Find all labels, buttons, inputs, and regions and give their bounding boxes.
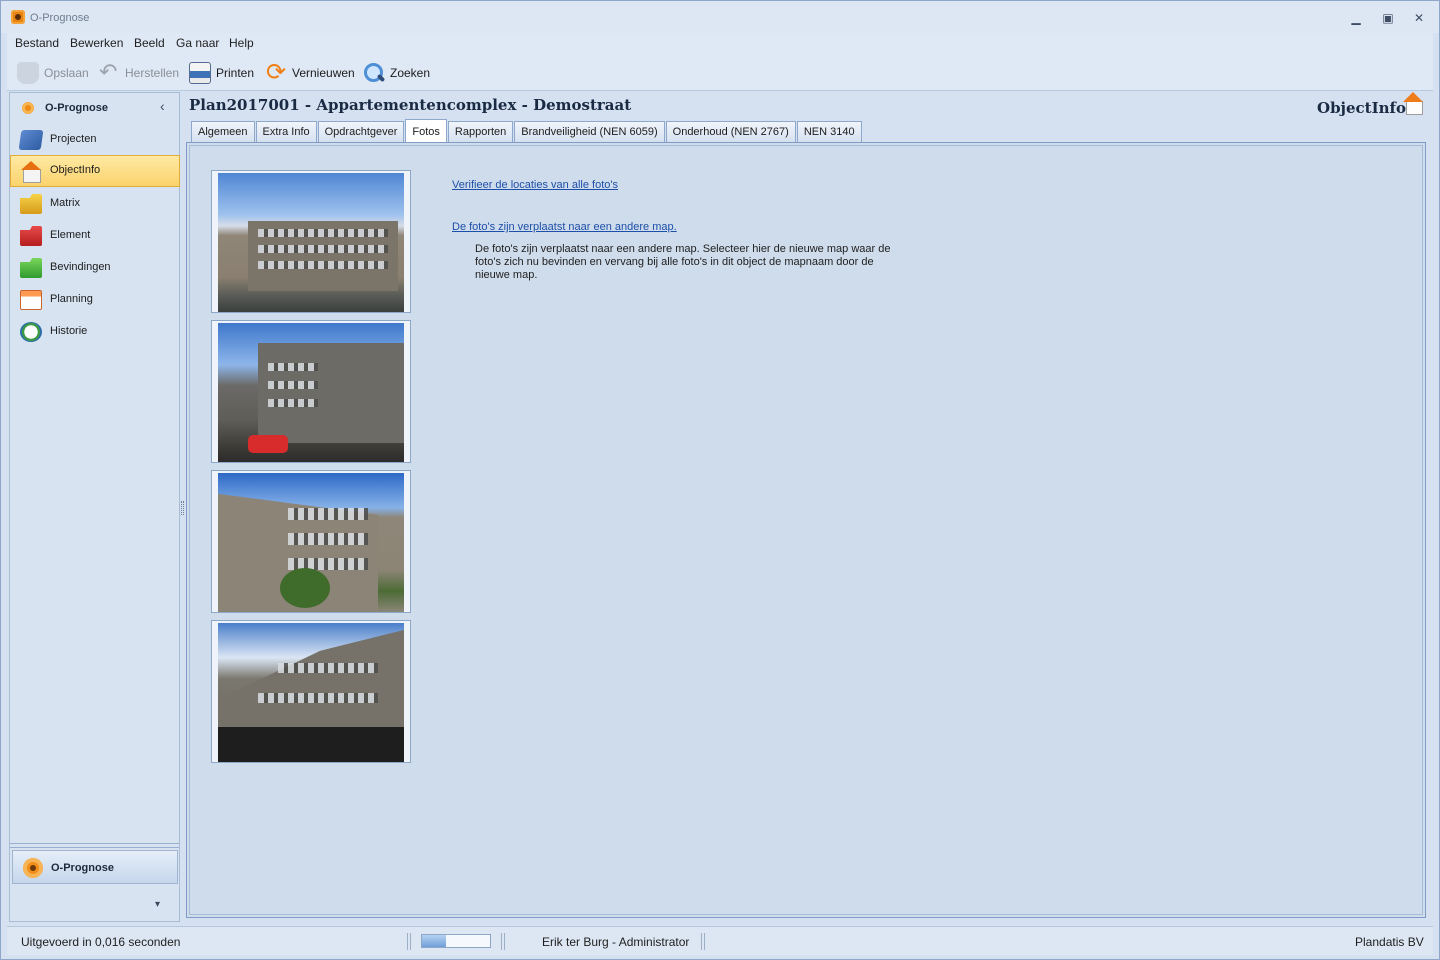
photo-thumbnail[interactable] — [211, 170, 411, 313]
photos-moved-link[interactable]: De foto's zijn verplaatst naar een ander… — [452, 221, 677, 233]
status-bar: Uitgevoerd in 0,016 seconden Erik ter Bu… — [7, 926, 1433, 955]
photo-thumbnail[interactable] — [211, 470, 411, 613]
nav-header: O-Prognose ‹ — [10, 93, 179, 123]
overflow-menu-icon[interactable]: ▾ — [155, 899, 160, 910]
building-photo — [218, 473, 404, 612]
title-bar: O-Prognose ▁ ▣ ✕ — [1, 1, 1439, 33]
save-button[interactable]: Opslaan — [17, 60, 89, 86]
status-separator — [701, 933, 705, 950]
app-logo-icon — [11, 10, 25, 24]
progress-bar — [421, 934, 491, 948]
status-separator — [501, 933, 505, 950]
nav-item-matrix[interactable]: Matrix — [11, 189, 179, 219]
nav-item-objectinfo[interactable]: ObjectInfo — [10, 155, 180, 187]
nav-item-label: Historie — [50, 325, 88, 337]
menu-ga-naar[interactable]: Ga naar — [176, 36, 219, 50]
company-name: Plandatis BV — [1355, 935, 1424, 949]
nav-item-bevindingen[interactable]: Bevindingen — [11, 253, 179, 283]
verify-photo-locations-link[interactable]: Verifieer de locaties van alle foto's — [452, 179, 618, 191]
fotos-content: Verifieer de locaties van alle foto's De… — [189, 145, 1423, 915]
calendar-icon — [20, 290, 42, 310]
maximize-button[interactable]: ▣ — [1379, 9, 1397, 27]
refresh-icon — [265, 58, 287, 87]
restore-button[interactable]: Herstellen — [98, 59, 180, 86]
printer-icon — [189, 62, 211, 84]
save-icon — [17, 62, 39, 84]
red-folder-icon — [20, 226, 42, 246]
pane-splitter[interactable] — [181, 501, 184, 515]
tab-rapporten[interactable]: Rapporten — [447, 121, 514, 143]
menu-bar: Bestand Bewerken Beeld Ga naar Help — [7, 33, 1433, 54]
search-label: Zoeken — [390, 66, 431, 80]
building-photo — [218, 323, 404, 462]
menu-help[interactable]: Help — [229, 36, 254, 50]
nav-item-label: Element — [50, 229, 91, 241]
nav-item-label: ObjectInfo — [50, 164, 101, 176]
restore-label: Herstellen — [125, 66, 180, 80]
nav-group-label: O-Prognose — [51, 862, 114, 874]
green-folder-icon — [20, 258, 42, 278]
photos-moved-description: De foto's zijn verplaatst naar een ander… — [475, 243, 891, 281]
undo-icon — [98, 59, 120, 85]
close-button[interactable]: ✕ — [1410, 9, 1428, 27]
nav-header-title: O-Prognose — [45, 102, 108, 114]
progress-fill — [422, 935, 446, 947]
tab-strip: Algemeen Extra Info Opdrachtgever Fotos … — [191, 119, 863, 143]
menu-beeld[interactable]: Beeld — [134, 36, 165, 50]
house-icon — [1401, 91, 1425, 115]
yellow-folder-icon — [20, 194, 42, 214]
app-window: O-Prognose ▁ ▣ ✕ Bestand Bewerken Beeld … — [0, 0, 1440, 960]
photo-thumbnail[interactable] — [211, 620, 411, 763]
page-title: Plan2017001 - Appartementencomplex - Dem… — [189, 96, 632, 114]
nav-group-button[interactable]: O-Prognose — [12, 850, 178, 884]
building-photo — [218, 623, 404, 762]
refresh-label: Vernieuwen — [292, 66, 355, 80]
module-title: ObjectInfo — [1317, 99, 1406, 117]
fotos-panel: Verifieer de locaties van alle foto's De… — [186, 142, 1426, 918]
tab-nen-3140[interactable]: NEN 3140 — [796, 121, 862, 143]
history-icon — [20, 322, 42, 342]
app-logo-icon — [23, 858, 43, 878]
tab-opdrachtgever[interactable]: Opdrachtgever — [317, 121, 405, 143]
tab-fotos[interactable]: Fotos — [405, 119, 447, 142]
house-icon — [20, 161, 42, 183]
nav-item-historie[interactable]: Historie — [11, 317, 179, 347]
menu-bewerken[interactable]: Bewerken — [70, 36, 123, 50]
tab-extra-info[interactable]: Extra Info — [255, 121, 317, 143]
nav-item-projecten[interactable]: Projecten — [11, 125, 179, 155]
nav-item-label: Bevindingen — [50, 261, 111, 273]
nav-item-planning[interactable]: Planning — [11, 285, 179, 315]
nav-item-label: Projecten — [50, 133, 97, 145]
nav-pane-splitter[interactable] — [10, 843, 179, 848]
refresh-button[interactable]: Vernieuwen — [265, 58, 355, 87]
projects-icon — [18, 130, 44, 150]
nav-item-label: Matrix — [50, 197, 80, 209]
print-label: Printen — [216, 66, 255, 80]
app-logo-icon — [22, 102, 34, 114]
print-button[interactable]: Printen — [189, 60, 254, 86]
menu-bestand[interactable]: Bestand — [15, 36, 59, 50]
execution-time: Uitgevoerd in 0,016 seconden — [21, 935, 181, 949]
navigation-pane: O-Prognose ‹ Projecten ObjectInfo Matrix… — [9, 92, 180, 922]
minimize-button[interactable]: ▁ — [1347, 9, 1365, 27]
status-separator — [407, 933, 411, 950]
window-title: O-Prognose — [30, 12, 90, 24]
collapse-pane-icon[interactable]: ‹ — [160, 98, 165, 114]
toolbar: Opslaan Herstellen Printen Vernieuwen Zo… — [7, 54, 1433, 91]
current-user: Erik ter Burg - Administrator — [542, 935, 690, 949]
nav-item-label: Planning — [50, 293, 93, 305]
building-photo — [218, 173, 404, 312]
nav-item-element[interactable]: Element — [11, 221, 179, 251]
search-icon — [363, 62, 385, 84]
tab-onderhoud[interactable]: Onderhoud (NEN 2767) — [665, 121, 796, 143]
tab-brandveiligheid[interactable]: Brandveiligheid (NEN 6059) — [514, 121, 665, 143]
save-label: Opslaan — [44, 66, 89, 80]
photo-thumbnail[interactable] — [211, 320, 411, 463]
search-button[interactable]: Zoeken — [363, 60, 430, 86]
tab-algemeen[interactable]: Algemeen — [191, 121, 255, 143]
